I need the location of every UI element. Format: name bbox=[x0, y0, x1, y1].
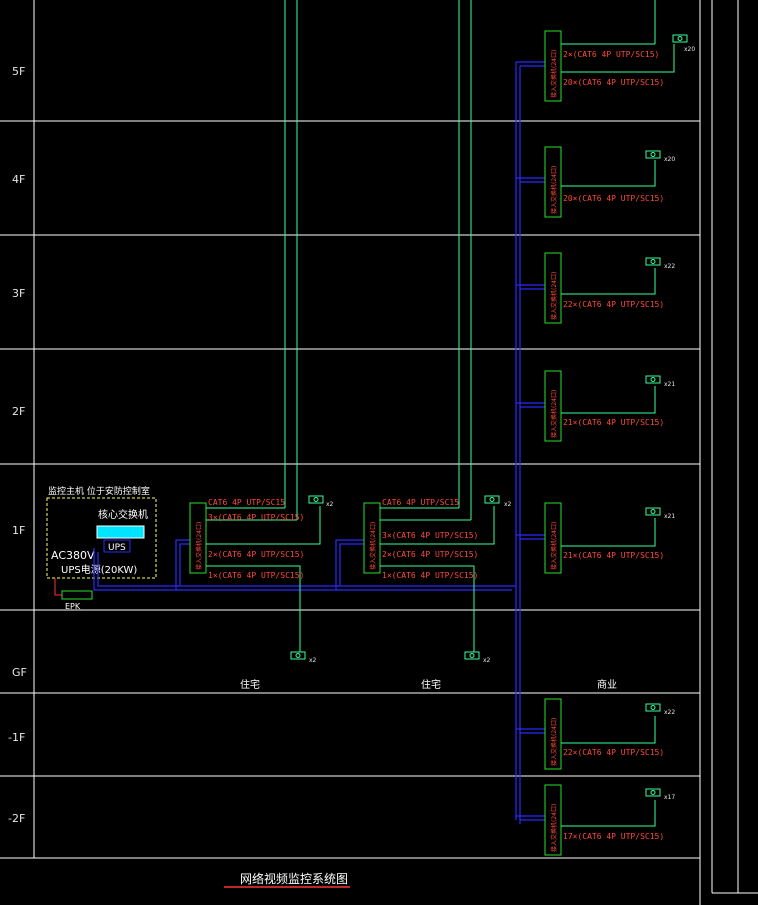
cable-label: 17×(CAT6 4P UTP/SC15) bbox=[563, 832, 664, 841]
core-switch bbox=[96, 525, 145, 539]
camera-icon bbox=[645, 703, 661, 712]
diagram-title: 网络视频监控系统图 bbox=[240, 871, 348, 886]
switch-label: 接入交换机(24口) bbox=[550, 272, 558, 320]
cable-label: 22×(CAT6 4P UTP/SC15) bbox=[563, 748, 664, 757]
camera-count: x20 bbox=[664, 156, 675, 163]
camera-count: x20 bbox=[684, 46, 695, 53]
camera-count: x22 bbox=[664, 709, 675, 716]
floor-labels: 5F 4F 3F 2F 1F GF -1F -2F bbox=[8, 65, 27, 825]
camera-icon bbox=[645, 257, 661, 266]
camera-icon bbox=[308, 495, 324, 504]
floor-label-5f: 5F bbox=[12, 65, 25, 78]
cable-label: 20×(CAT6 4P UTP/SC15) bbox=[563, 194, 664, 203]
camera-icon bbox=[484, 495, 500, 504]
commercial-b1: 接入交换机(24口) 22×(CAT6 4P UTP/SC15) x22 bbox=[544, 698, 675, 770]
commercial-b2: 接入交换机(24口) 17×(CAT6 4P UTP/SC15) x17 bbox=[544, 784, 675, 856]
power-ups-20kw: UPS电源(20KW) bbox=[61, 563, 137, 576]
cable-label: 20×(CAT6 4P UTP/SC15) bbox=[563, 78, 664, 87]
camera-icon bbox=[672, 34, 688, 43]
switch-label: 接入交换机(24口) bbox=[195, 522, 203, 570]
cable-label: 21×(CAT6 4P UTP/SC15) bbox=[563, 551, 664, 560]
fiber-backbone bbox=[93, 61, 545, 824]
camera-icon bbox=[645, 375, 661, 384]
floor-label-b1: -1F bbox=[8, 731, 25, 744]
core-switch-label: 核心交换机 bbox=[98, 508, 148, 521]
camera-count: x2 bbox=[504, 501, 512, 508]
zone-label-residential-1: 住宅 bbox=[240, 678, 260, 691]
floor-label-b2: -2F bbox=[8, 812, 25, 825]
commercial-5f: 接入交换机(24口) 2×(CAT6 4P UTP/SC15) 20×(CAT6… bbox=[544, 30, 695, 102]
commercial-3f: 接入交换机(24口) 22×(CAT6 4P UTP/SC15) x22 bbox=[544, 252, 675, 324]
cable-label: 3×(CAT6 4P UTP/SC15) bbox=[208, 513, 304, 522]
camera-count: x17 bbox=[664, 794, 675, 801]
cable-label: 2×(CAT6 4P UTP/SC15) bbox=[563, 50, 659, 59]
switch-label: 接入交换机(24口) bbox=[369, 522, 377, 570]
control-room: 监控主机 位于安防控制室 核心交换机 UPS AC380V UPS电源(20KW… bbox=[46, 485, 157, 611]
switch-label: 接入交换机(24口) bbox=[550, 50, 558, 98]
floor-label-gf: GF bbox=[12, 666, 27, 679]
camera-count: x22 bbox=[664, 263, 675, 270]
cable-label: 22×(CAT6 4P UTP/SC15) bbox=[563, 300, 664, 309]
camera-count: x21 bbox=[664, 513, 675, 520]
camera-count: x21 bbox=[664, 381, 675, 388]
zone-label-residential-2: 住宅 bbox=[421, 678, 441, 691]
zone-label-commercial: 商业 bbox=[597, 678, 617, 691]
control-room-title: 监控主机 位于安防控制室 bbox=[48, 485, 150, 497]
floor-label-3f: 3F bbox=[12, 287, 25, 300]
cable-label: 21×(CAT6 4P UTP/SC15) bbox=[563, 418, 664, 427]
commercial-4f: 接入交换机(24口) 20×(CAT6 4P UTP/SC15) x20 bbox=[544, 146, 675, 218]
camera-icon bbox=[464, 651, 480, 660]
floor-label-1f: 1F bbox=[12, 524, 25, 537]
cable-label: CAT6 4P UTP/SC15 bbox=[382, 498, 459, 507]
epk-label: EPK bbox=[65, 602, 81, 611]
switch-label: 接入交换机(24口) bbox=[550, 804, 558, 852]
cable-label: 3×(CAT6 4P UTP/SC15) bbox=[382, 531, 478, 540]
cable-label: 1×(CAT6 4P UTP/SC15) bbox=[208, 571, 304, 580]
floor-label-4f: 4F bbox=[12, 173, 25, 186]
camera-count: x2 bbox=[309, 657, 317, 664]
switch-label: 接入交换机(24口) bbox=[550, 718, 558, 766]
cable-label: 2×(CAT6 4P UTP/SC15) bbox=[208, 550, 304, 559]
network-video-surveillance-diagram: 5F 4F 3F 2F 1F GF -1F -2F 监控主机 位于安防控制室 核… bbox=[0, 0, 758, 905]
camera-icon bbox=[645, 788, 661, 797]
residential-branch-1: 接入交换机(24口) CAT6 4P UTP/SC15 3×(CAT6 4P U… bbox=[189, 495, 334, 664]
camera-count: x2 bbox=[483, 657, 491, 664]
camera-icon bbox=[645, 507, 661, 516]
ups-label: UPS bbox=[108, 543, 126, 553]
cable-label: 1×(CAT6 4P UTP/SC15) bbox=[382, 571, 478, 580]
switch-label: 接入交换机(24口) bbox=[550, 390, 558, 438]
camera-count: x2 bbox=[326, 501, 334, 508]
switch-label: 接入交换机(24口) bbox=[550, 166, 558, 214]
switch-label: 接入交换机(24口) bbox=[550, 522, 558, 570]
cable-label: CAT6 4P UTP/SC15 bbox=[208, 498, 285, 507]
commercial-1f: 接入交换机(24口) 21×(CAT6 4P UTP/SC15) x21 bbox=[544, 502, 675, 574]
power-ac380v: AC380V bbox=[51, 549, 95, 562]
residential-branch-2: 接入交换机(24口) CAT6 4P UTP/SC15 3×(CAT6 4P U… bbox=[363, 495, 512, 664]
camera-icon bbox=[290, 651, 306, 660]
floor-label-2f: 2F bbox=[12, 405, 25, 418]
commercial-2f: 接入交换机(24口) 21×(CAT6 4P UTP/SC15) x21 bbox=[544, 370, 675, 442]
cable-label: 2×(CAT6 4P UTP/SC15) bbox=[382, 550, 478, 559]
drawing-frame bbox=[0, 0, 758, 905]
epk-box bbox=[61, 590, 93, 600]
camera-icon bbox=[645, 150, 661, 159]
